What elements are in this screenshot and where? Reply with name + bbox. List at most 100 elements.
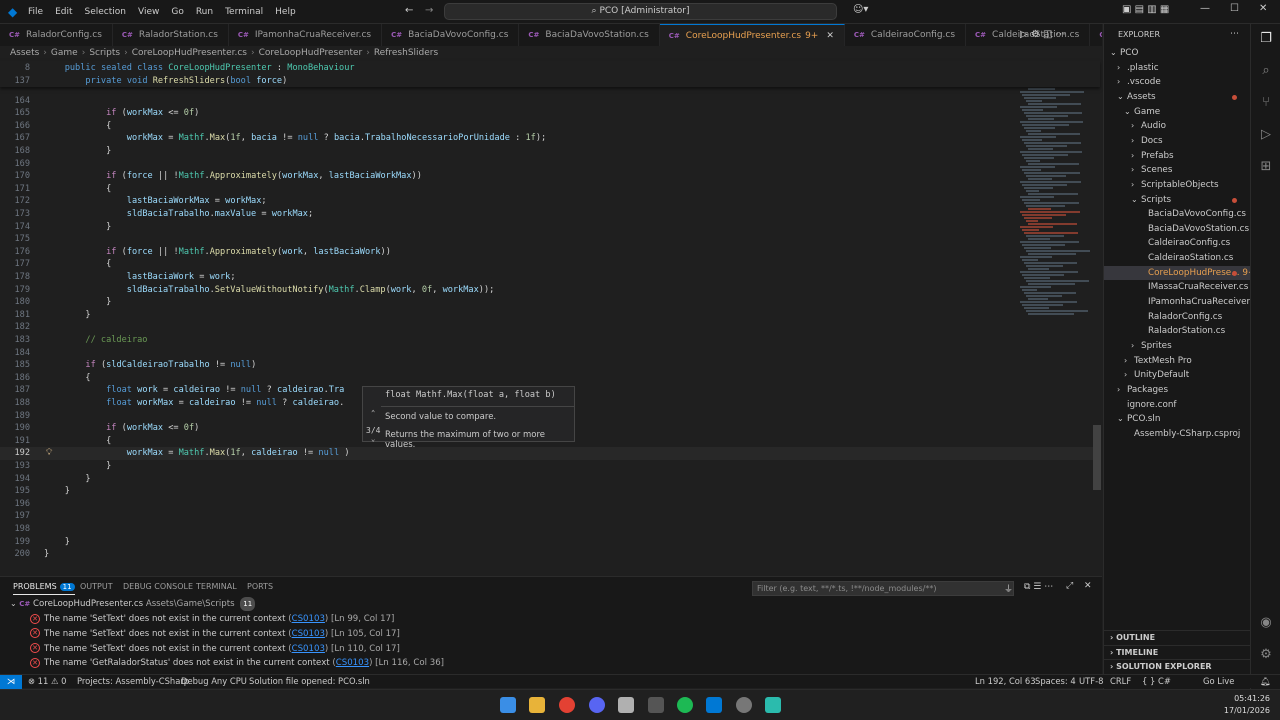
explorer-item[interactable]: › TextMesh Pro (1104, 354, 1251, 369)
vscode-taskbar-icon[interactable] (706, 697, 722, 713)
explorer-item[interactable]: › Sprites (1104, 339, 1251, 354)
spotify-icon[interactable] (677, 697, 693, 713)
menu-item-go[interactable]: Go (165, 0, 189, 24)
sticky-line[interactable]: 137 private void RefreshSliders(bool for… (0, 75, 1100, 88)
unity-icon[interactable] (648, 697, 664, 713)
problem-row[interactable]: ✕ The name 'SetText' does not exist in th… (0, 627, 1100, 641)
problems-filter-input[interactable]: Filter (e.g. text, **/*.ts, !**/node_mod… (752, 581, 1014, 596)
breadcrumb-item[interactable]: CoreLoopHudPresenter (259, 48, 363, 58)
command-center[interactable]: ⌕ PCO [Administrator] (444, 3, 837, 20)
run-icon[interactable]: ▷ ⚙ ◫ ⋯ (1020, 29, 1066, 40)
problem-code-link[interactable]: CS0103 (292, 644, 325, 654)
clock-date[interactable]: 17/01/2026 (1222, 706, 1270, 715)
code-line[interactable]: 197 (0, 510, 1100, 523)
app-icon[interactable] (618, 697, 634, 713)
code-line[interactable]: 178 lastBaciaWork = work; (0, 271, 1100, 284)
filter-icon[interactable]: ⏚ (1004, 582, 1013, 595)
status-language[interactable]: { } C# (1142, 675, 1171, 688)
tab-baciadavovoconfig-cs[interactable]: C# BaciaDaVovoConfig.cs (382, 24, 520, 46)
code-line[interactable]: 165 if (workMax <= 0f) (0, 107, 1100, 120)
explorer-item[interactable]: CaldeiraoStation.cs (1104, 251, 1251, 266)
chevron-down-icon[interactable]: ⌄ (371, 435, 375, 443)
breadcrumb-item[interactable]: Assets (10, 48, 39, 58)
code-line[interactable]: 167 workMax = Mathf.Max(1f, bacia != nul… (0, 132, 1100, 145)
explorer-item[interactable]: ⌄ Game (1104, 105, 1251, 120)
menu-item-view[interactable]: View (132, 0, 165, 24)
run-debug-icon[interactable]: ▷ (1257, 126, 1275, 144)
explorer-item[interactable]: › Scenes (1104, 163, 1251, 178)
breadcrumb-item[interactable]: CoreLoopHudPresenter.cs (132, 48, 247, 58)
menu-item-edit[interactable]: Edit (49, 0, 78, 24)
explorer-item[interactable]: ⌄ PCO.sln (1104, 412, 1251, 427)
status-solution[interactable]: Solution file opened: PCO.sln (249, 675, 370, 688)
code-line[interactable]: 186 { (0, 372, 1100, 385)
code-editor[interactable]: 164 165 if (workMax <= 0f) 166 {167 workMa… (0, 61, 1102, 575)
files-icon[interactable]: ❐ (1257, 30, 1275, 48)
code-line[interactable]: 200} (0, 548, 1100, 561)
code-line[interactable]: 174 } (0, 221, 1100, 234)
panel-tab-output[interactable]: OUTPUT (80, 582, 113, 591)
section-timeline[interactable]: › TIMELINE (1104, 644, 1251, 659)
source-control-icon[interactable]: ⑂ (1257, 94, 1275, 112)
menu-item-file[interactable]: File (22, 0, 49, 24)
status-projects[interactable]: Projects: Assembly-CSharp (77, 675, 189, 688)
problems-file-row[interactable]: ⌄ C# CoreLoopHudPresenter.cs Assets\Game… (0, 597, 1100, 611)
maximize-panel-icon[interactable]: ⤢ (1066, 581, 1073, 591)
search-icon[interactable]: ⌕ (1257, 62, 1275, 80)
status-eol[interactable]: CRLF (1110, 675, 1131, 688)
close-panel-icon[interactable]: ✕ (1084, 581, 1092, 591)
vertical-scrollbar[interactable] (1093, 425, 1101, 490)
tab-imas[interactable]: C#IMas (1090, 24, 1102, 46)
explorer-item[interactable]: › UnityDefault (1104, 368, 1251, 383)
clock-time[interactable]: 05:41:26 (1230, 694, 1270, 703)
code-line[interactable]: 181 } (0, 309, 1100, 322)
section-outline[interactable]: › OUTLINE (1104, 630, 1251, 644)
sticky-scroll[interactable]: 8 public sealed class CoreLoopHudPresent… (0, 61, 1100, 87)
code-line[interactable]: 185 if (sldCaldeiraoTrabalho != null) (0, 359, 1100, 372)
status-encoding[interactable]: UTF-8 (1079, 675, 1103, 688)
problem-row[interactable]: ✕ The name 'SetText' does not exist in th… (0, 612, 1100, 626)
breadcrumb-item[interactable]: Game (51, 48, 78, 58)
explorer-item[interactable]: ignore.conf (1104, 398, 1251, 413)
explorer-item[interactable]: › .vscode (1104, 75, 1251, 90)
code-line[interactable]: 198 (0, 523, 1100, 536)
copilot-icon[interactable]: ☺▾ (853, 4, 868, 15)
panel-tab-ports[interactable]: PORTS (247, 582, 273, 591)
section-solution-explorer[interactable]: › SOLUTION EXPLORER (1104, 659, 1251, 673)
minimize-icon[interactable]: — (1200, 3, 1210, 14)
explorer-item[interactable]: ⌄ Scripts (1104, 193, 1251, 208)
menu-item-run[interactable]: Run (190, 0, 219, 24)
status-problems[interactable]: ⊗ 11 ⚠ 0 (28, 675, 67, 688)
problem-code-link[interactable]: CS0103 (292, 629, 325, 639)
collapse-all-icon[interactable]: ⧉ ☰ ⋯ (1024, 582, 1053, 592)
file-explorer-icon[interactable] (529, 697, 545, 713)
explorer-item[interactable]: CoreLoopHudPrese... 9+ (1104, 265, 1255, 281)
code-line[interactable]: 193 } (0, 460, 1100, 473)
explorer-item[interactable]: › Audio (1104, 119, 1251, 134)
maximize-icon[interactable]: ☐ (1230, 3, 1239, 14)
account-icon[interactable]: ◉ (1257, 614, 1275, 632)
back-arrow-icon[interactable]: ← (405, 5, 413, 16)
tab-coreloophudpresenter-cs[interactable]: C# CoreLoopHudPresenter.cs 9+ ✕ (659, 24, 845, 46)
explorer-item[interactable]: BaciaDaVovoStation.cs (1104, 222, 1251, 237)
code-line[interactable]: 173 sldBaciaTrabalho.maxValue = workMax; (0, 208, 1100, 221)
remote-icon[interactable]: ⋊ (0, 675, 22, 689)
problem-row[interactable]: ✕ The name 'GetRaladorStatus' does not ex… (0, 656, 1100, 670)
minimap[interactable] (1016, 61, 1096, 331)
manage-gear-icon[interactable]: ⚙ (1257, 646, 1275, 664)
explorer-item[interactable]: BaciaDaVovoConfig.cs (1104, 207, 1251, 222)
chrome-icon[interactable] (559, 697, 575, 713)
sticky-line[interactable]: 8 public sealed class CoreLoopHudPresent… (0, 62, 1100, 75)
explorer-item[interactable]: › ScriptableObjects (1104, 178, 1251, 193)
explorer-item[interactable]: RaladorConfig.cs (1104, 310, 1251, 325)
tab-raladorstation-cs[interactable]: C# RaladorStation.cs (112, 24, 229, 46)
layout-icon[interactable]: ▣ ▤ ▥ ▦ (1122, 4, 1169, 15)
panel-tab-problems[interactable]: PROBLEMS 11 (13, 582, 75, 595)
github-icon[interactable] (736, 697, 752, 713)
code-line[interactable]: 177 { (0, 258, 1100, 271)
status-cursor-position[interactable]: Ln 192, Col 63 (975, 675, 1036, 688)
tab-caldeiraoconfig-cs[interactable]: C# CaldeiraoConfig.cs (844, 24, 967, 46)
forward-arrow-icon[interactable]: → (425, 5, 433, 16)
code-line[interactable]: 169 (0, 158, 1100, 171)
status-go-live[interactable]: Go Live (1203, 675, 1234, 688)
